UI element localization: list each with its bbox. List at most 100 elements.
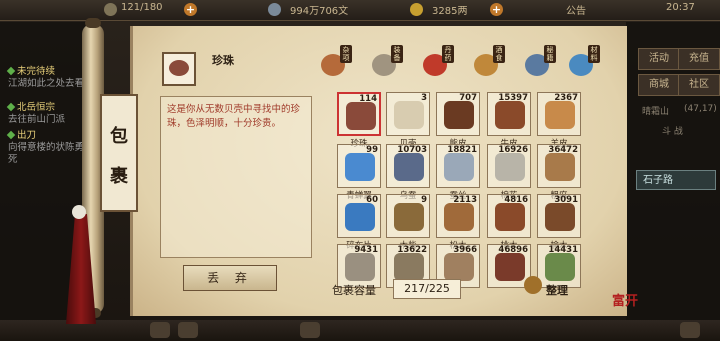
item-slot[interactable]: 2113 [436,194,480,238]
seal-stamp: 富开 [612,294,639,309]
tab-bag[interactable]: 杂项 [318,45,352,80]
selected-item-name: 珍珠 [212,54,234,67]
tab-crystal[interactable]: 材料 [566,45,600,80]
item-icon [495,153,525,181]
gold-value: 3285两 [432,6,468,17]
item-slot[interactable]: 3 [386,92,430,136]
item-count: 4816 [504,195,528,205]
item-slot[interactable]: 15397 [487,92,531,136]
item-count: 99 [366,145,378,155]
item-count: 3091 [554,195,578,205]
silver-icon [268,3,281,16]
quest-marker-icon [6,66,16,76]
jade-bead-decoration [72,205,86,219]
quest-item[interactable]: 北岳恒宗 去往前山门派 [6,102,66,126]
tab-weapon[interactable]: 装备 [369,45,403,80]
top-status-bar: 121/180 + 994万706文 3285两 + 公告 20:37 [0,0,720,21]
add-gold-button[interactable]: + [490,3,503,16]
item-count: 114 [359,94,377,104]
scroll-cap-top [85,18,101,28]
clock: 20:37 [666,2,695,13]
item-icon [444,203,474,231]
tab-label: 酒食 [493,45,505,63]
item-count: 2367 [554,93,578,103]
tab-label: 秘籍 [544,45,556,63]
item-description-box: 这是你从无数贝壳中寻找中的珍珠，色泽明顺，十分珍贵。 [160,96,312,258]
item-description: 这是你从无数贝壳中寻找中的珍珠，色泽明顺，十分珍贵。 [167,104,301,129]
tab-food[interactable]: 酒食 [471,45,505,80]
item-count: 2113 [453,195,477,205]
quest-item[interactable]: 未完待续 江湖如此之处去看看 [6,66,94,90]
item-count: 14431 [548,245,578,255]
bottom-menu-icon[interactable] [150,322,170,338]
bag-title-char: 裹 [110,166,128,187]
sort-button[interactable]: 整理 [546,282,568,298]
region-name: 晴霜山 [642,107,670,117]
add-stamina-button[interactable]: + [184,3,197,16]
bag-title-char: 包 [110,126,128,147]
item-icon [444,153,474,181]
item-icon [345,253,375,281]
quest-marker-icon [6,102,16,112]
item-icon [394,153,424,181]
item-slot[interactable]: 99 [337,144,381,188]
bottom-menu-icon[interactable] [300,322,320,338]
item-count: 10703 [397,145,427,155]
quest-marker-icon [6,130,16,140]
sort-bag-icon[interactable] [524,276,542,294]
item-icon [394,101,424,129]
item-icon [545,203,575,231]
right-menu-panel: 活动 充值 商城 社区 晴霜山 (47,17) 斗 战 石子路 [626,22,720,322]
quest-title: 未完待续 [17,66,56,77]
item-slot[interactable]: 16926 [487,144,531,188]
bottom-bar [0,320,720,341]
item-icon [444,253,474,281]
item-icon [545,153,575,181]
item-count: 18821 [447,145,477,155]
item-slot[interactable]: 60 [337,194,381,238]
discard-button[interactable]: 丢 弃 [183,265,277,291]
stamina-icon [104,3,117,16]
tab-label: 材料 [588,45,600,63]
item-count: 60 [366,195,378,205]
shop-button[interactable]: 商城 [638,74,680,96]
item-slot[interactable]: 707 [436,92,480,136]
announcement-button[interactable]: 公告 [566,2,586,17]
item-slot[interactable]: 2367 [537,92,581,136]
item-icon [495,203,525,231]
recharge-button[interactable]: 充值 [678,48,720,70]
bag-title-tag: 包 裹 [100,94,138,212]
item-count: 36472 [548,145,578,155]
item-slot[interactable]: 114 [337,92,381,136]
item-slot[interactable]: 10703 [386,144,430,188]
item-slot[interactable]: 18821 [436,144,480,188]
quest-desc: 去往前山门派 [8,114,66,125]
item-icon [545,101,575,129]
item-icon [444,101,474,129]
tab-label: 杂项 [340,45,352,63]
item-icon [345,203,375,231]
activity-button[interactable]: 活动 [638,48,680,70]
item-count: 707 [459,93,477,103]
bottom-menu-icon[interactable] [178,322,198,338]
community-button[interactable]: 社区 [678,74,720,96]
item-count: 15397 [498,93,528,103]
location-selector[interactable]: 石子路 [636,170,716,190]
item-count: 13622 [397,245,427,255]
item-count: 16926 [498,145,528,155]
bottom-menu-icon[interactable] [680,322,700,338]
sub-label: 斗 战 [662,127,683,137]
item-count: 3 [421,93,427,103]
quest-title: 出刀 [17,130,37,141]
item-slot[interactable]: 9 [386,194,430,238]
item-icon [394,203,424,231]
item-slot[interactable]: 36472 [537,144,581,188]
capacity-value: 217/225 [393,279,461,299]
item-slot[interactable]: 3091 [537,194,581,238]
item-slot[interactable]: 4816 [487,194,531,238]
tab-book[interactable]: 秘籍 [522,45,556,80]
tab-label: 丹药 [442,45,454,63]
item-icon [495,253,525,281]
tab-pill[interactable]: 丹药 [420,45,454,80]
selected-item-icon [162,52,196,86]
